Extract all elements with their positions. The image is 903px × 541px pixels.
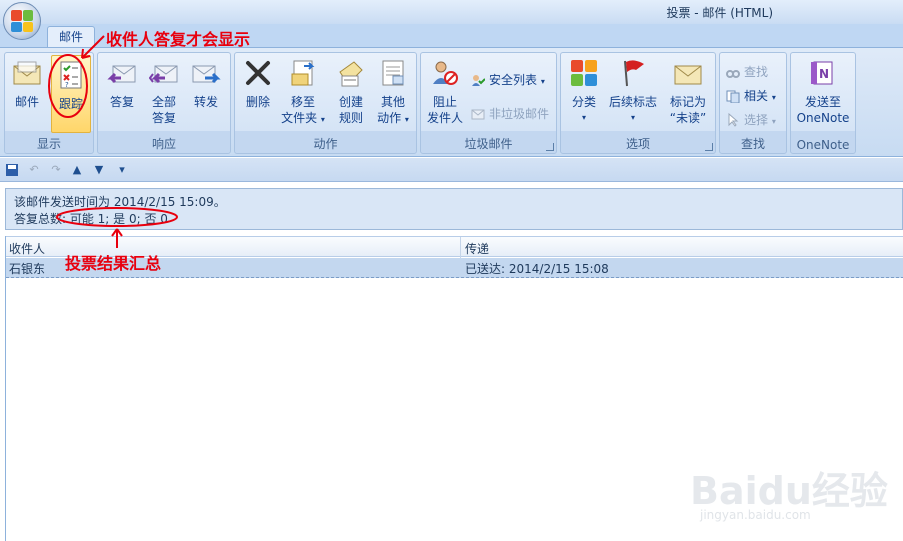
group-label-respond: 响应 bbox=[151, 137, 176, 151]
redo-icon[interactable]: ↷ bbox=[49, 163, 63, 177]
forward-button[interactable]: 转发 bbox=[188, 58, 224, 110]
delete-button[interactable]: 删除 bbox=[241, 58, 275, 110]
group-display: 邮件 ? 跟踪 显示 bbox=[4, 52, 94, 154]
column-header-delivery[interactable]: 传递 bbox=[465, 240, 489, 257]
dropdown-arrow-icon: ▾ bbox=[630, 113, 635, 122]
block-sender-icon bbox=[430, 58, 460, 88]
svg-text:N: N bbox=[819, 67, 829, 81]
tracking-button[interactable]: ? 跟踪 bbox=[51, 55, 91, 133]
dialog-launcher-icon[interactable] bbox=[546, 143, 554, 151]
select-button[interactable]: 选择 ▾ bbox=[724, 111, 776, 129]
categorize-button[interactable]: 分类 ▾ bbox=[567, 58, 601, 126]
group-label-find: 查找 bbox=[740, 137, 765, 151]
summary-arrowhead bbox=[111, 228, 123, 237]
categories-icon bbox=[569, 58, 599, 88]
column-divider[interactable] bbox=[460, 237, 461, 258]
rule-icon bbox=[336, 58, 366, 88]
baidu-watermark: Baidu经验 jingyan.baidu.com bbox=[690, 440, 890, 530]
safe-list-icon bbox=[471, 73, 486, 87]
reply-all-icon bbox=[148, 58, 179, 88]
group-actions: 删除 移至 文件夹 ▾ 创建 规则 其他 动作 ▾ 动作 bbox=[234, 52, 417, 154]
dropdown-arrow-icon: ▾ bbox=[771, 93, 776, 102]
flag-icon bbox=[618, 58, 648, 88]
column-header-recipient[interactable]: 收件人 bbox=[9, 240, 45, 257]
group-label-options: 选项 bbox=[625, 137, 650, 151]
title-bar: 投票 - 邮件 (HTML) bbox=[0, 0, 903, 24]
create-rule-button[interactable]: 创建 规则 bbox=[331, 58, 371, 126]
group-label-junk: 垃圾邮件 bbox=[464, 137, 513, 151]
office-button[interactable] bbox=[3, 2, 41, 40]
move-folder-icon bbox=[288, 58, 318, 88]
binoculars-icon bbox=[726, 65, 740, 79]
follow-up-button[interactable]: 后续标志 ▾ bbox=[605, 58, 661, 126]
mark-unread-button[interactable]: 标记为 “未读” bbox=[665, 58, 711, 126]
watermark-url: jingyan.baidu.com bbox=[700, 508, 811, 522]
group-label-onenote: OneNote bbox=[796, 138, 850, 152]
customize-toolbar-icon[interactable]: ▾ bbox=[115, 163, 129, 177]
forward-icon bbox=[191, 58, 221, 88]
tab-mail[interactable]: 邮件 bbox=[47, 26, 95, 48]
dropdown-arrow-icon: ▾ bbox=[540, 77, 545, 86]
group-find: 查找 相关 ▾ 选择 ▾ 查找 bbox=[719, 52, 787, 154]
svg-text:?: ? bbox=[65, 81, 69, 89]
watermark-text: Baidu经验 bbox=[690, 469, 888, 513]
next-item-icon[interactable]: ▼ bbox=[92, 163, 106, 177]
not-junk-button[interactable]: 非垃圾邮件 bbox=[469, 105, 549, 123]
group-label-display: 显示 bbox=[36, 137, 61, 151]
group-options: 分类 ▾ 后续标志 ▾ 标记为 “未读” 选项 bbox=[560, 52, 716, 154]
send-to-onenote-button[interactable]: N 发送至 OneNote bbox=[793, 58, 853, 126]
tracking-note: 收件人答复才会显示 bbox=[106, 30, 251, 49]
related-button[interactable]: 相关 ▾ bbox=[724, 87, 776, 105]
reply-icon bbox=[107, 58, 137, 88]
sent-time-text: 该邮件发送时间为 2014/2/15 15:09。 bbox=[14, 195, 226, 209]
delete-x-icon bbox=[243, 58, 273, 88]
summary-note: 投票结果汇总 bbox=[65, 254, 162, 273]
safe-lists-button[interactable]: 安全列表 ▾ bbox=[469, 71, 545, 89]
previous-item-icon[interactable]: ▲ bbox=[70, 163, 84, 177]
group-junk: 阻止 发件人 安全列表 ▾ 非垃圾邮件 垃圾邮件 bbox=[420, 52, 557, 154]
message-info-bar: 该邮件发送时间为 2014/2/15 15:09。 答复总数: 可能 1; 是 … bbox=[5, 188, 903, 230]
move-to-folder-button[interactable]: 移至 文件夹 ▾ bbox=[279, 58, 327, 128]
unread-envelope-icon bbox=[673, 58, 703, 88]
not-junk-icon bbox=[471, 107, 485, 121]
group-onenote: N 发送至 OneNote OneNote bbox=[790, 52, 856, 154]
related-icon bbox=[726, 89, 740, 104]
ribbon: 邮件 ? 跟踪 显示 答复 全部 答复 转发 响应 删除 移至 文件夹 ▾ 创建… bbox=[0, 47, 903, 157]
checklist-icon: ? bbox=[56, 60, 86, 90]
dropdown-arrow-icon: ▾ bbox=[771, 117, 776, 126]
undo-icon[interactable]: ↶ bbox=[27, 163, 41, 177]
group-label-actions: 动作 bbox=[313, 137, 338, 151]
delivery-cell: 已送达: 2014/2/15 15:08 bbox=[465, 262, 609, 276]
office-logo-icon bbox=[11, 10, 33, 32]
dropdown-arrow-icon: ▾ bbox=[404, 115, 409, 124]
block-sender-button[interactable]: 阻止 发件人 bbox=[425, 58, 465, 126]
dropdown-arrow-icon: ▾ bbox=[581, 113, 586, 122]
envelope-icon bbox=[12, 58, 42, 88]
other-actions-button[interactable]: 其他 动作 ▾ bbox=[373, 58, 413, 128]
reply-totals-text: 答复总数: 可能 1; 是 0; 否 0 bbox=[14, 212, 168, 226]
onenote-icon: N bbox=[808, 58, 838, 88]
dropdown-arrow-icon: ▾ bbox=[320, 115, 325, 124]
quick-access-toolbar: ↶ ↷ ▲ ▼ ▾ bbox=[0, 158, 903, 182]
group-respond: 答复 全部 答复 转发 响应 bbox=[97, 52, 231, 154]
cursor-icon bbox=[726, 112, 740, 127]
mail-button[interactable]: 邮件 bbox=[9, 58, 45, 110]
find-button[interactable]: 查找 bbox=[724, 63, 768, 81]
document-icon bbox=[378, 58, 408, 88]
reply-all-button[interactable]: 全部 答复 bbox=[146, 58, 182, 126]
dialog-launcher-icon[interactable] bbox=[705, 143, 713, 151]
window-title: 投票 - 邮件 (HTML) bbox=[666, 6, 773, 20]
reply-button[interactable]: 答复 bbox=[104, 58, 140, 110]
save-icon[interactable] bbox=[5, 163, 19, 177]
recipient-cell: 石银东 bbox=[9, 262, 46, 276]
